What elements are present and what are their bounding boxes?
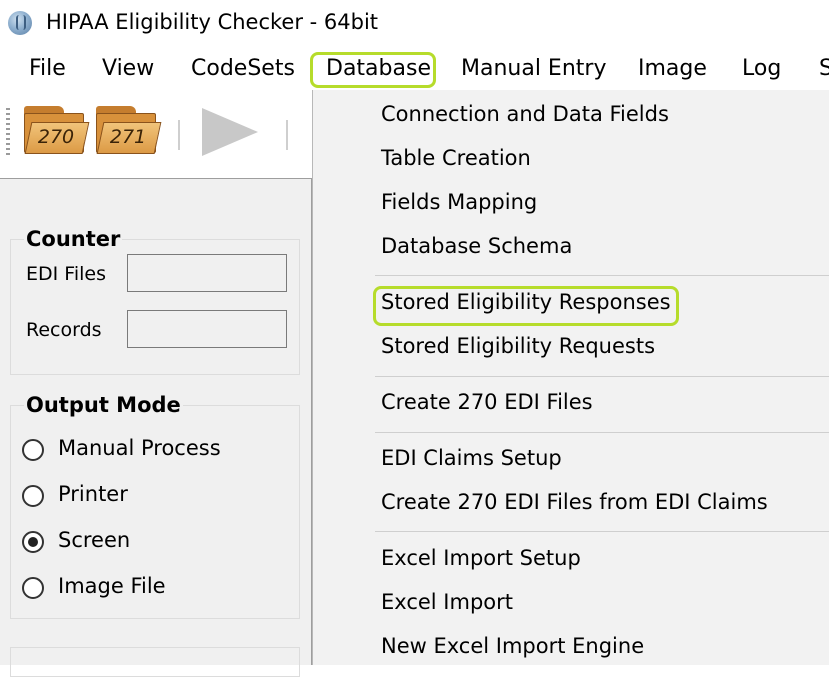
counter-title: Counter: [24, 227, 123, 251]
menu-log[interactable]: Log: [742, 55, 781, 83]
radio-printer[interactable]: [22, 485, 44, 507]
menu-separator: [375, 531, 829, 532]
window-title: HIPAA Eligibility Checker - 64bit: [46, 10, 379, 34]
menu-table-creation[interactable]: Table Creation: [381, 144, 531, 172]
database-dropdown-menu: Connection and Data Fields Table Creatio…: [312, 90, 829, 665]
menu-s[interactable]: S: [819, 55, 829, 83]
toolbar-grip-icon[interactable]: [6, 108, 10, 156]
left-panel: Counter EDI Files Records Output Mode Ma…: [0, 178, 312, 677]
title-bar: HIPAA Eligibility Checker - 64bit: [0, 0, 829, 46]
app-icon[interactable]: [8, 11, 32, 35]
records-field[interactable]: [127, 310, 287, 348]
menu-separator: [375, 275, 829, 276]
menu-separator: [375, 376, 829, 377]
menu-manual-entry[interactable]: Manual Entry: [461, 55, 606, 83]
bottom-group: [10, 647, 300, 677]
output-mode-title: Output Mode: [24, 393, 183, 417]
menu-database[interactable]: Database: [326, 55, 431, 83]
menu-connection-and-data-fields[interactable]: Connection and Data Fields: [381, 100, 669, 128]
menu-separator: [375, 432, 829, 433]
toolbar: 270 271: [0, 92, 312, 178]
menu-excel-import[interactable]: Excel Import: [381, 588, 513, 616]
menu-database-schema[interactable]: Database Schema: [381, 232, 572, 260]
toolbar-separator: [286, 120, 288, 150]
menu-file[interactable]: File: [29, 55, 66, 83]
menu-new-excel-import-engine[interactable]: New Excel Import Engine: [381, 632, 644, 660]
edi-files-label: EDI Files: [26, 263, 106, 285]
radio-label-image-file[interactable]: Image File: [58, 574, 166, 598]
radio-screen[interactable]: [22, 531, 44, 553]
menu-edi-claims-setup[interactable]: EDI Claims Setup: [381, 444, 562, 472]
menu-codesets[interactable]: CodeSets: [191, 55, 295, 83]
menu-image[interactable]: Image: [638, 55, 707, 83]
records-label: Records: [26, 319, 102, 341]
play-icon[interactable]: [202, 108, 258, 156]
edi-files-field[interactable]: [127, 254, 287, 292]
open-271-folder-button[interactable]: 271: [96, 106, 162, 154]
menu-fields-mapping[interactable]: Fields Mapping: [381, 188, 537, 216]
radio-label-printer[interactable]: Printer: [58, 482, 128, 506]
menu-stored-eligibility-responses[interactable]: Stored Eligibility Responses: [381, 288, 671, 316]
radio-image-file[interactable]: [22, 577, 44, 599]
menu-view[interactable]: View: [102, 55, 154, 83]
toolbar-separator: [178, 120, 180, 150]
menu-stored-eligibility-requests[interactable]: Stored Eligibility Requests: [381, 332, 655, 360]
button-271-label: 271: [109, 126, 147, 148]
radio-label-manual-process[interactable]: Manual Process: [58, 436, 221, 460]
open-270-folder-button[interactable]: 270: [24, 106, 90, 154]
button-270-label: 270: [37, 126, 75, 148]
radio-label-screen[interactable]: Screen: [58, 528, 130, 552]
menu-create-270-edi-files-from-edi-claims[interactable]: Create 270 EDI Files from EDI Claims: [381, 488, 768, 516]
radio-manual-process[interactable]: [22, 439, 44, 461]
menu-excel-import-setup[interactable]: Excel Import Setup: [381, 544, 581, 572]
menu-create-270-edi-files[interactable]: Create 270 EDI Files: [381, 388, 593, 416]
